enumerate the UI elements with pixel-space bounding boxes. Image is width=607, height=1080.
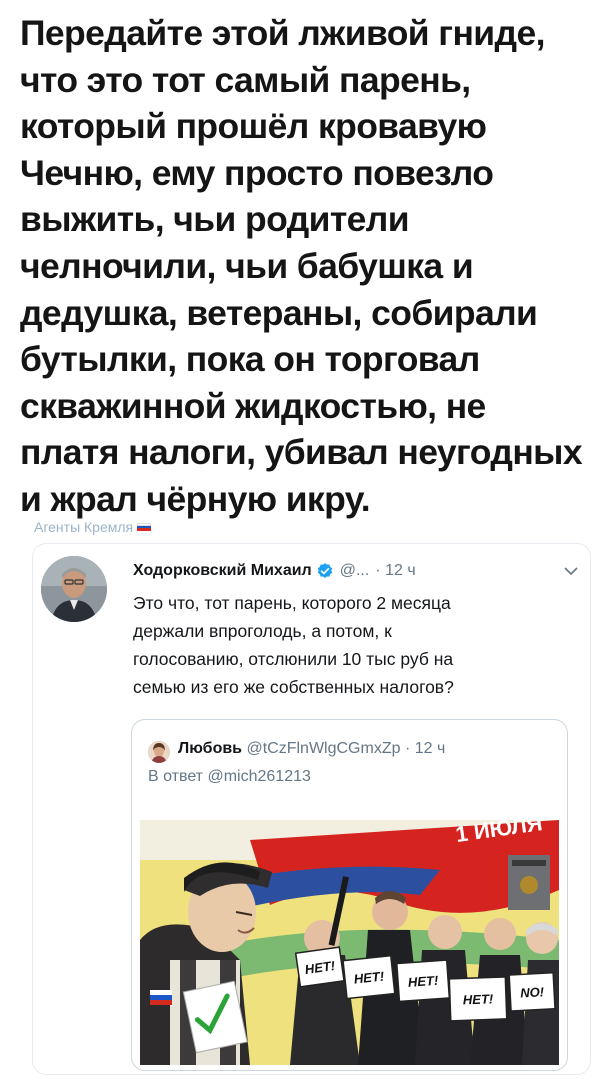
post-caption: Передайте этой лживой гниде, что это тот… [20, 10, 595, 523]
quote-avatar[interactable] [148, 741, 170, 763]
poster-image[interactable]: НЕТ! НЕТ! НЕТ! НЕТ! NO! 1 ИЮЛЯ [140, 820, 559, 1065]
tweet-text-line: держали впроголодь, а потом, к [133, 621, 392, 641]
chevron-down-icon[interactable] [564, 563, 578, 579]
caption-line: платя налоги, убивал неугодных [20, 432, 583, 473]
verified-badge-icon [317, 563, 332, 578]
quoted-tweet[interactable]: Любовь @tCzFlnWlgCGmxZp · 12 ч В ответ @… [131, 719, 568, 1071]
caption-line: скважинной жидкостью, не [20, 385, 486, 426]
tweet-text-line: семью из его же собственных налогов? [133, 677, 454, 697]
caption-line: и жрал чёрную икру. [20, 478, 371, 519]
reply-prefix: В ответ [148, 768, 204, 785]
sign-label-5: NO! [520, 984, 545, 1000]
author-name[interactable]: Ходорковский Михаил [133, 562, 312, 580]
tweet-text-line: Это что, тот парень, которого 2 месяца [133, 593, 451, 613]
tweet-text-line: голосованию, отслюнили 10 тыс руб на [133, 649, 454, 669]
author-handle[interactable]: @... [340, 562, 370, 580]
quote-avatar-icon [148, 741, 170, 763]
tweet-time[interactable]: · 12 ч [375, 562, 415, 580]
quote-header: Любовь @tCzFlnWlgCGmxZp · 12 ч [178, 740, 445, 758]
sign-label-3: НЕТ! [407, 973, 439, 990]
quote-author-handle[interactable]: @tCzFlnWlgCGmxZp [246, 740, 400, 757]
caption-line: Передайте этой лживой гниде, [20, 13, 545, 53]
tweet-card[interactable]: Ходорковский Михаил @... · 12 ч Это что,… [32, 543, 591, 1075]
avatar[interactable] [41, 556, 107, 622]
caption-line: бутылки, пока он торговал [20, 339, 480, 380]
watermark: Агенты Кремля [34, 519, 152, 535]
russian-flag-icon [137, 523, 152, 531]
caption-line: что это тот самый парень, [20, 59, 471, 100]
caption-line: дедушка, ветераны, собирали [20, 292, 538, 333]
poster-illustration: НЕТ! НЕТ! НЕТ! НЕТ! NO! 1 ИЮЛЯ [140, 820, 559, 1065]
caption-line: который прошёл кровавую [20, 106, 487, 147]
reply-context: В ответ @mich261213 [148, 768, 311, 786]
reply-to-link[interactable]: @mich261213 [207, 768, 310, 785]
sign-label-4: НЕТ! [463, 991, 495, 1007]
tweet-text: Это что, тот парень, которого 2 месяца д… [133, 589, 573, 701]
tweet-header: Ходорковский Михаил @... · 12 ч [133, 562, 578, 580]
caption-line: челночили, чьи бабушка и [20, 245, 474, 286]
caption-line: выжить, чьи родители [20, 199, 410, 240]
avatar-portrait-icon [41, 556, 107, 622]
quote-author-name[interactable]: Любовь [178, 740, 242, 757]
caption-line: Чечню, ему просто повезло [20, 152, 494, 193]
quote-time[interactable]: · 12 ч [405, 740, 445, 757]
watermark-text: Агенты Кремля [34, 519, 134, 535]
